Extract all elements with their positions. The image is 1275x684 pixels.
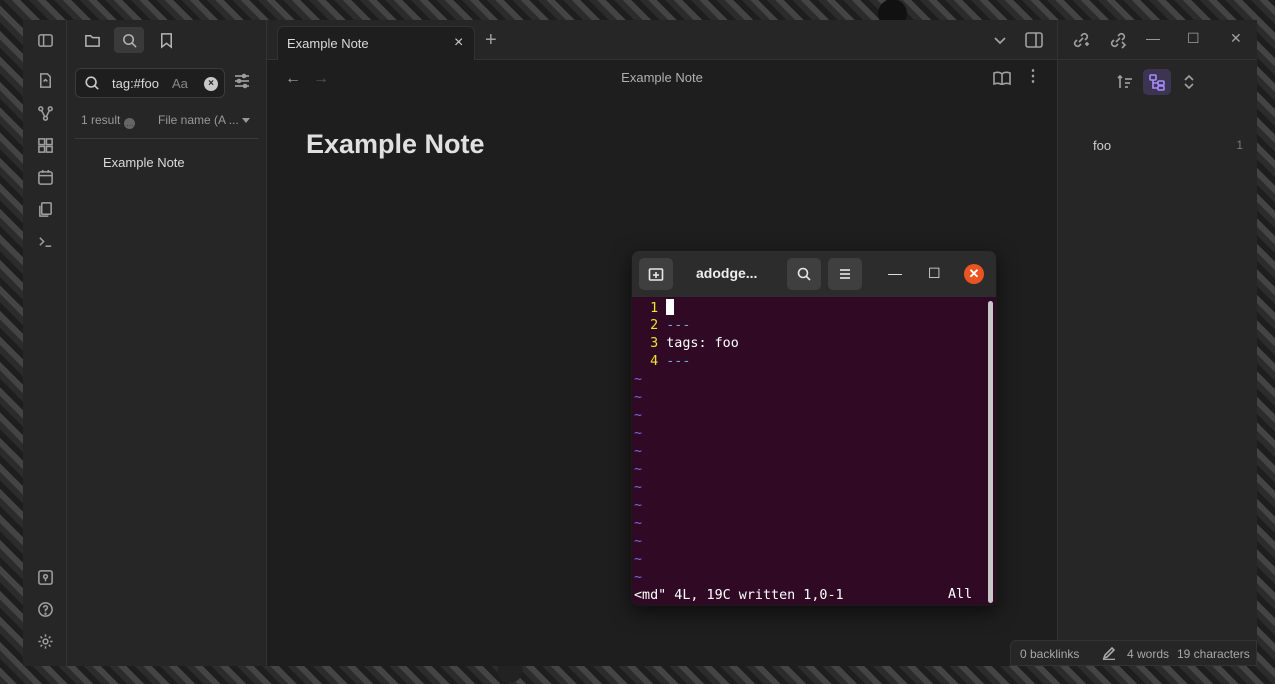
search-input[interactable]: tag:#foo Aa × (75, 68, 225, 98)
new-tab-icon[interactable] (639, 258, 673, 290)
calendar-icon[interactable] (34, 166, 56, 188)
window-maximize-icon[interactable]: ☐ (1187, 30, 1200, 47)
left-sidebar-tabs (67, 20, 267, 60)
terminal-scrollbar[interactable] (988, 301, 993, 603)
vim-line-1: 1 (634, 299, 675, 317)
hamburger-menu-icon[interactable] (828, 258, 862, 290)
match-case-toggle[interactable]: Aa (172, 76, 188, 91)
tab-bar: Example Note × + (267, 20, 1057, 60)
sidebar-toggle-icon[interactable] (34, 29, 56, 51)
sort-dropdown[interactable]: File name (A ... (158, 113, 239, 127)
tab-list-chevron-down-icon[interactable] (993, 34, 1007, 49)
settings-gear-icon[interactable] (34, 630, 56, 652)
character-count: 19 characters (1177, 647, 1250, 661)
file-explorer-folder-icon[interactable] (77, 27, 107, 53)
vim-empty-line: ~ (634, 408, 643, 423)
sort-chevron-down-icon[interactable] (242, 118, 250, 123)
note-inline-title[interactable]: Example Note (306, 129, 485, 160)
vim-empty-line: ~ (634, 390, 643, 405)
view-header-title[interactable]: Example Note (267, 70, 1057, 85)
tab-label: Example Note (287, 36, 369, 51)
status-bar: 0 backlinks 4 words 19 characters (1010, 640, 1257, 666)
expand-collapse-icon[interactable] (1175, 69, 1203, 95)
vim-line-4: 4 --- (650, 354, 691, 369)
tag-name: foo (1093, 138, 1112, 153)
vim-empty-line: ~ (634, 444, 643, 459)
templates-icon[interactable] (34, 198, 56, 220)
search-query[interactable]: tag:#foo (112, 76, 159, 91)
toggle-right-sidebar-icon[interactable] (1025, 32, 1043, 51)
vim-line-2: 2 --- (650, 318, 691, 333)
vim-status-line: <md" 4L, 19C written 1,0-1 (634, 588, 844, 603)
result-count: 1 result (81, 113, 121, 127)
outgoing-links-icon[interactable] (1109, 31, 1127, 52)
terminal-minimize-icon[interactable]: — (888, 265, 902, 281)
search-tab-icon[interactable] (114, 27, 144, 53)
help-icon[interactable] (34, 598, 56, 620)
left-sidebar: tag:#foo Aa × 1 result… File name (A ...… (67, 20, 267, 666)
terminal-titlebar[interactable]: adodge... — ☐ ✕ (632, 251, 996, 297)
clear-search-icon[interactable]: × (204, 77, 218, 91)
terminal-maximize-icon[interactable]: ☐ (928, 265, 941, 282)
vim-empty-line: ~ (634, 498, 643, 513)
graph-view-icon[interactable] (34, 102, 56, 124)
vim-position: All (948, 587, 973, 602)
vim-cursor (666, 299, 675, 315)
right-titlebar: — ☐ ✕ (1057, 20, 1257, 60)
vim-line-3: 3 tags: foo (650, 336, 739, 351)
search-icon (84, 75, 100, 94)
vim-empty-line: ~ (634, 516, 643, 531)
command-palette-icon[interactable] (34, 230, 56, 252)
reading-view-book-icon[interactable] (993, 71, 1011, 88)
left-ribbon (23, 20, 67, 666)
tab-example-note[interactable]: Example Note × (277, 26, 475, 60)
nested-tags-tree-icon[interactable] (1143, 69, 1171, 95)
more-options-icon[interactable]: ⋮ (1025, 69, 1041, 85)
search-settings-icon[interactable] (233, 72, 255, 94)
open-quick-switcher-icon[interactable] (34, 69, 56, 91)
backlinks-link-icon[interactable] (1072, 31, 1090, 52)
terminal-close-icon[interactable]: ✕ (964, 264, 984, 284)
result-options-icon[interactable]: … (124, 118, 136, 129)
vault-switcher-icon[interactable] (34, 566, 56, 588)
bookmarks-icon[interactable] (151, 27, 181, 53)
tag-count: 1 (1236, 138, 1243, 152)
word-count: 4 words (1127, 647, 1170, 661)
tab-close-icon[interactable]: × (454, 34, 463, 52)
tag-item[interactable]: foo 1 (1093, 138, 1243, 153)
window-minimize-icon[interactable]: — (1146, 30, 1160, 46)
editing-mode-pencil-icon[interactable] (1102, 646, 1116, 663)
vim-empty-line: ~ (634, 426, 643, 441)
vim-empty-line: ~ (634, 552, 643, 567)
new-tab-plus-icon[interactable]: + (485, 30, 497, 50)
vim-empty-line: ~ (634, 570, 643, 585)
search-result-item[interactable]: Example Note (103, 155, 185, 170)
search-result-summary: 1 result… File name (A ... (81, 113, 257, 131)
vim-empty-line: ~ (634, 534, 643, 549)
window-close-icon[interactable]: ✕ (1230, 30, 1242, 47)
tags-pane: foo 1 (1057, 60, 1257, 666)
terminal-title: adodge... (696, 265, 758, 281)
backlinks-count[interactable]: 0 backlinks (1020, 647, 1079, 661)
canvas-icon[interactable] (34, 134, 56, 156)
divider (75, 138, 259, 139)
terminal-window[interactable]: adodge... — ☐ ✕ 1 2 --- 3 tags: foo 4 --… (631, 250, 997, 606)
vim-empty-line: ~ (634, 462, 643, 477)
terminal-search-icon[interactable] (787, 258, 821, 290)
vim-empty-line: ~ (634, 372, 643, 387)
vim-buffer[interactable]: 1 2 --- 3 tags: foo 4 --- ~ ~ ~ ~ ~ ~ ~ … (632, 297, 996, 605)
sort-order-icon[interactable] (1111, 69, 1139, 95)
vim-empty-line: ~ (634, 480, 643, 495)
